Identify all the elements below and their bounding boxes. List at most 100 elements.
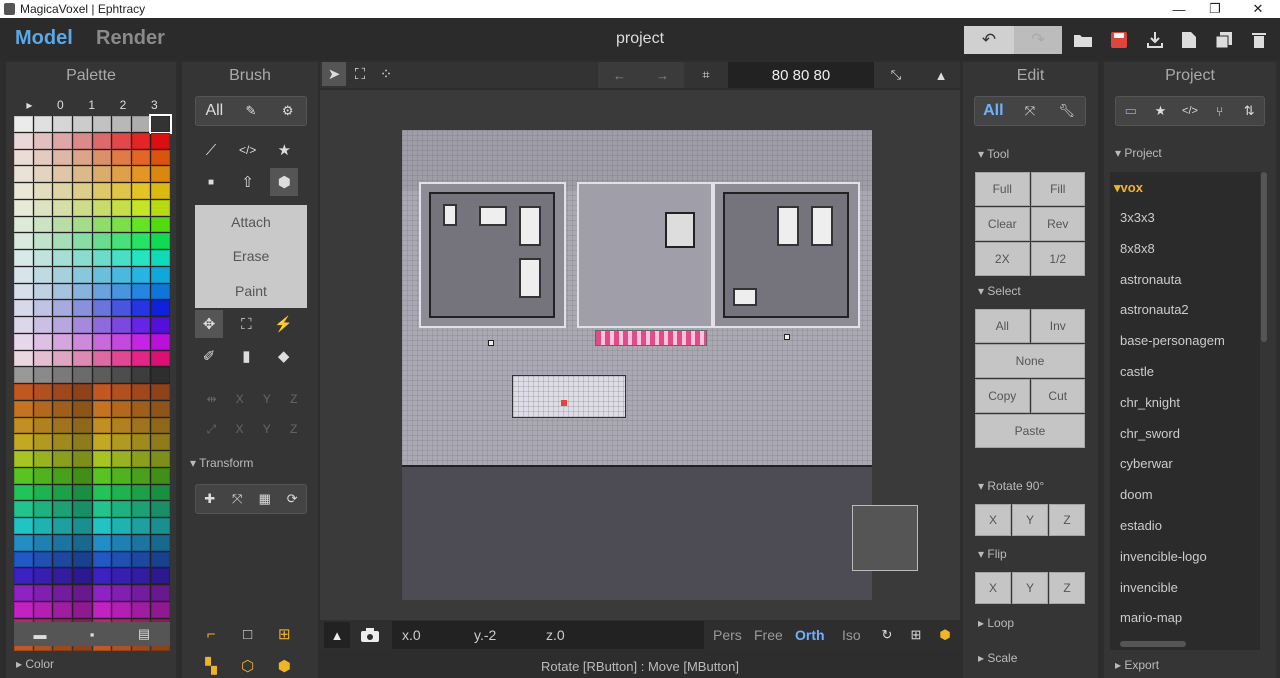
bucket-tool-icon[interactable]: ◆ [270, 342, 298, 370]
palette-swatch[interactable] [72, 484, 92, 501]
voxel-object[interactable] [777, 206, 799, 246]
palette-swatch[interactable] [131, 400, 151, 417]
palette-swatch[interactable] [131, 551, 151, 568]
palette-swatch[interactable] [112, 183, 131, 199]
magic-wand-icon[interactable]: ⚡ [270, 310, 298, 338]
palette-swatch[interactable] [72, 367, 92, 383]
palette-swatch[interactable] [33, 417, 53, 434]
palette-swatch[interactable] [151, 384, 170, 400]
undo-button[interactable]: ↶ [964, 26, 1014, 54]
palette-swatch[interactable] [72, 400, 92, 417]
palette-swatch[interactable] [14, 551, 33, 568]
palette-swatch[interactable] [112, 233, 131, 249]
rotate-view-icon[interactable]: ↻ [876, 624, 898, 646]
palette-swatch[interactable] [112, 417, 131, 434]
face-brush-icon[interactable]: ⇧ [234, 168, 262, 196]
palette-swatch[interactable] [53, 451, 72, 467]
palette-swatch[interactable] [33, 166, 53, 182]
flip-z-button[interactable]: Z [1049, 572, 1085, 604]
palette-swatch[interactable] [151, 317, 170, 333]
palette-swatch[interactable] [14, 233, 33, 249]
fill-button[interactable]: Fill [1030, 172, 1085, 206]
project-branch-icon[interactable]: ⑂ [1205, 97, 1235, 125]
voxel-object[interactable] [811, 206, 833, 246]
edit-filter-all[interactable]: All [975, 97, 1012, 125]
view-orth[interactable]: Orth [795, 627, 825, 643]
palette-swatch[interactable] [53, 283, 72, 300]
palette-swatch[interactable] [33, 601, 53, 618]
palette-swatch[interactable] [92, 132, 112, 149]
palette-swatch[interactable] [151, 233, 170, 249]
palette-swatch[interactable] [53, 534, 72, 551]
room-middle[interactable] [577, 182, 713, 328]
palette-swatch[interactable] [112, 333, 131, 350]
palette-swatch[interactable] [112, 116, 131, 132]
voxel-brush-icon[interactable]: ■ [197, 168, 225, 196]
project-file-item[interactable]: chr_sword [1120, 426, 1180, 441]
palette-swatch[interactable] [151, 132, 170, 149]
project-file-item[interactable]: doom [1120, 487, 1153, 502]
mirror-z[interactable]: Z [290, 392, 297, 406]
flip-x-button[interactable]: X [975, 572, 1011, 604]
palette-swatch[interactable] [92, 149, 112, 166]
palette-swatch[interactable] [14, 568, 33, 584]
marquee-tool-icon[interactable]: ⛶ [232, 310, 260, 338]
palette-swatch[interactable] [131, 250, 151, 266]
palette-swatch[interactable] [72, 384, 92, 400]
palette-swatch[interactable] [53, 518, 72, 534]
palette-swatch[interactable] [14, 116, 33, 132]
palette-swatch[interactable] [151, 183, 170, 199]
palette-swatch[interactable] [112, 451, 131, 467]
palette-swatch[interactable] [33, 451, 53, 467]
palette-swatch[interactable] [72, 333, 92, 350]
palette-swatch[interactable] [131, 233, 151, 249]
palette-swatch[interactable] [72, 199, 92, 216]
palette-swatch[interactable] [14, 317, 33, 333]
project-section-toggle[interactable]: ▾ Project [1115, 146, 1162, 160]
palette-swatch[interactable] [112, 518, 131, 534]
palette-swatch[interactable] [151, 216, 170, 233]
palette-swatch[interactable] [112, 568, 131, 584]
translate-icon[interactable]: ✚ [196, 485, 224, 513]
palette-swatch[interactable] [72, 568, 92, 584]
palette-swatch[interactable] [151, 417, 170, 434]
project-file-item[interactable]: cyberwar [1120, 456, 1173, 471]
palette-swatch[interactable] [72, 183, 92, 199]
palette-swatch[interactable] [112, 300, 131, 316]
new-file-icon[interactable] [1172, 26, 1206, 54]
fit-icon[interactable]: ⤡ [880, 62, 912, 88]
palette-swatch[interactable] [33, 300, 53, 316]
palette-swatch[interactable] [14, 216, 33, 233]
object-grid-icon[interactable]: ⊞ [270, 620, 298, 648]
crop-icon[interactable]: ⌗ [690, 62, 722, 88]
transform-section-toggle[interactable]: ▾ Transform [190, 456, 253, 470]
open-folder-icon[interactable] [1066, 26, 1100, 54]
grid-view-icon[interactable]: ⊞ [905, 624, 927, 646]
palette-swatch[interactable] [72, 250, 92, 266]
palette-swatch[interactable] [72, 585, 92, 601]
palette-swatch[interactable] [72, 149, 92, 166]
palette-swatch[interactable] [72, 166, 92, 182]
palette-swatch[interactable] [53, 568, 72, 584]
palette-swatch[interactable] [92, 585, 112, 601]
arrow-right-icon[interactable]: → [641, 62, 684, 88]
rotate-z-button[interactable]: Z [1049, 504, 1085, 536]
axis-z[interactable]: Z [290, 422, 297, 437]
close-button[interactable]: ✕ [1244, 0, 1272, 18]
view-iso[interactable]: Iso [842, 627, 861, 643]
project-file-item[interactable]: 3x3x3 [1120, 210, 1155, 225]
vox-folder[interactable]: ▾vox [1114, 180, 1143, 196]
palette-swatch[interactable] [151, 534, 170, 551]
palette-swatch[interactable] [131, 132, 151, 149]
palette-swatch[interactable] [14, 501, 33, 517]
palette-swatch[interactable] [151, 585, 170, 601]
palette-tab-2[interactable]: 2 [120, 98, 127, 113]
palette-swatch[interactable] [131, 216, 151, 233]
palette-swatch[interactable] [53, 417, 72, 434]
palette-swatch[interactable] [131, 417, 151, 434]
palette-swatch[interactable] [131, 183, 151, 199]
palette-swatch[interactable] [72, 534, 92, 551]
palette-swatch[interactable] [14, 250, 33, 266]
palette-swatch[interactable] [112, 250, 131, 266]
brush-paint-icon[interactable]: ✎ [233, 97, 270, 125]
